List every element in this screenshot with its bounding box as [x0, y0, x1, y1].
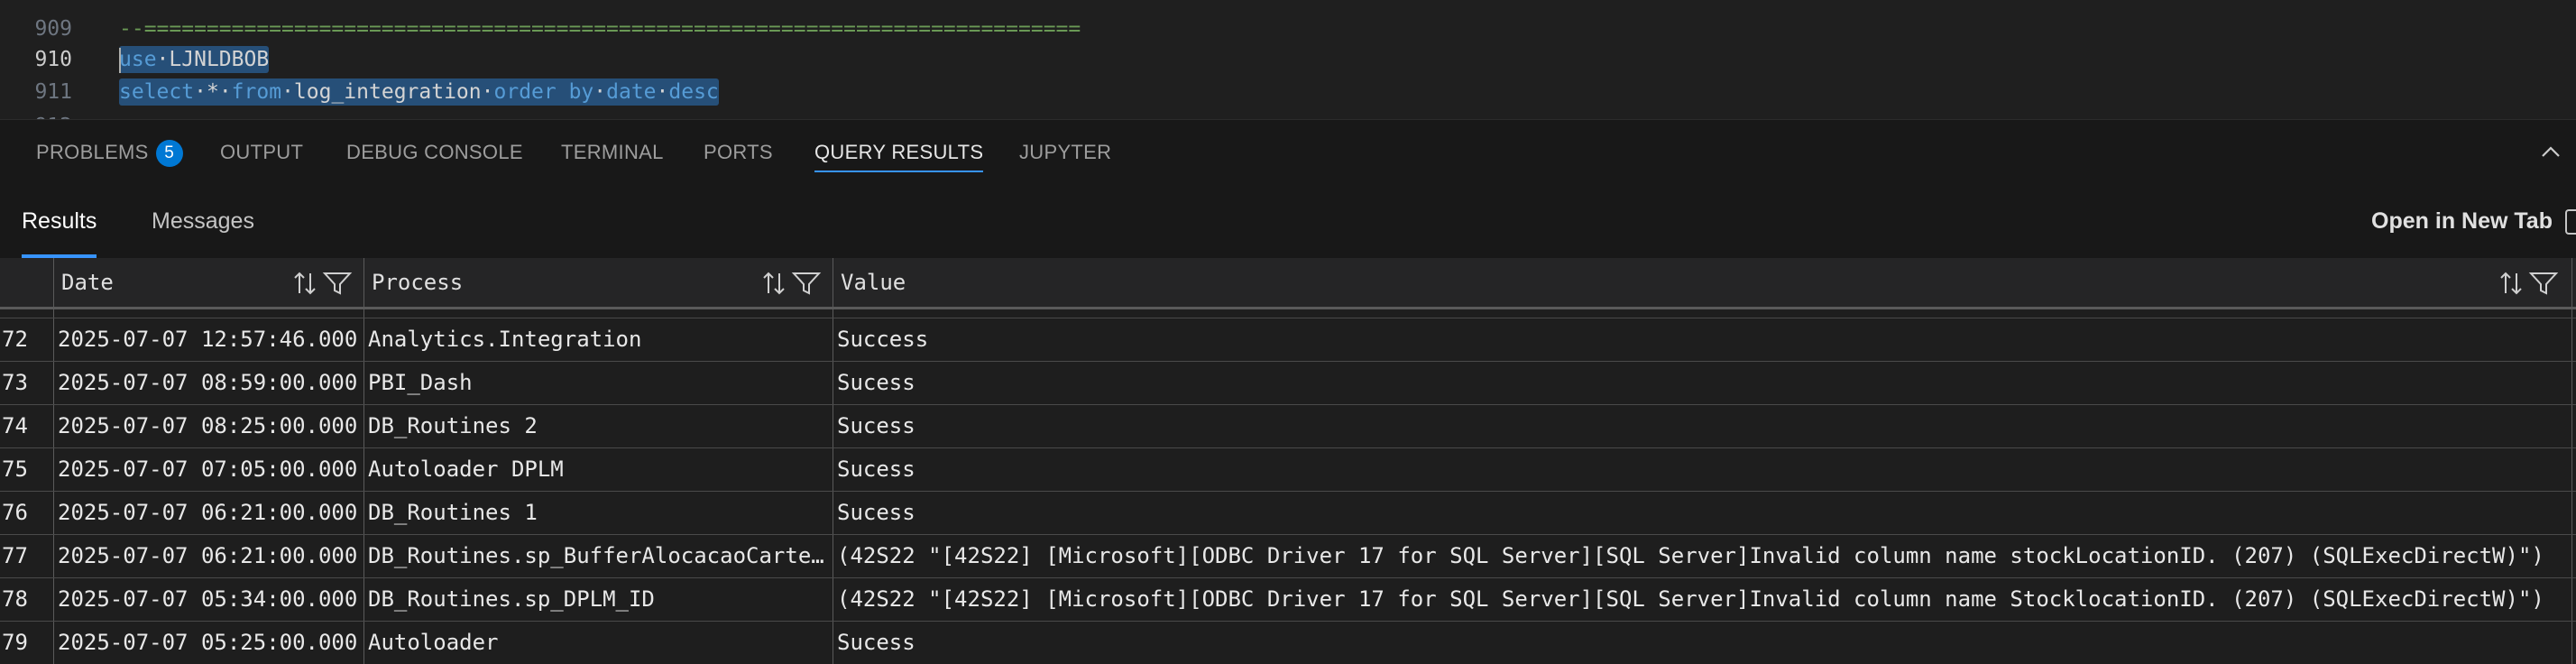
row-number: 76: [0, 492, 54, 534]
cell-value[interactable]: Sucess: [833, 622, 2572, 664]
sort-icon[interactable]: [2500, 272, 2522, 295]
keyword-order-by: order by: [493, 80, 594, 104]
cell-value[interactable]: Sucess: [833, 362, 2572, 404]
results-grid[interactable]: Date Process Value 72 2025-07-07 12:57:4…: [0, 258, 2576, 664]
column-header-value-label: Value: [841, 270, 906, 295]
keyword-select: select: [119, 80, 195, 104]
cell-value[interactable]: (42S22 "[42S22] [Microsoft][ODBC Driver …: [833, 535, 2572, 577]
row-number: 72: [0, 318, 54, 361]
cell-date[interactable]: 2025-07-07 05:25:00.000: [54, 622, 364, 664]
table-row[interactable]: 75 2025-07-07 07:05:00.000 Autoloader DP…: [0, 448, 2576, 492]
keyword-from: from: [231, 80, 282, 104]
code-line-partial: 912: [0, 110, 2576, 119]
keyword-use: use: [119, 48, 157, 71]
open-in-new-tab-button[interactable]: Open in New Tab: [2371, 184, 2553, 258]
cell-date[interactable]: 2025-07-07 06:21:00.000: [54, 535, 364, 577]
code-comment: --======================================…: [119, 17, 1081, 41]
cell-date[interactable]: 2025-07-07 07:05:00.000: [54, 448, 364, 491]
cell-value[interactable]: (42S22 "[42S22] [Microsoft][ODBC Driver …: [833, 578, 2572, 621]
table-row[interactable]: 76 2025-07-07 06:21:00.000 DB_Routines 1…: [0, 492, 2576, 535]
tab-query-results[interactable]: QUERY RESULTS: [814, 120, 984, 185]
cell-value[interactable]: Sucess: [833, 405, 2572, 447]
cell-process[interactable]: DB_Routines.sp_BufferAlocacaoCarte…: [364, 535, 833, 577]
cell-process[interactable]: PBI_Dash: [364, 362, 833, 404]
cell-date[interactable]: 2025-07-07 06:21:00.000: [54, 492, 364, 534]
sort-filter-icons: [294, 272, 353, 295]
table-name: log_integration: [293, 80, 482, 104]
row-number: 79: [0, 622, 54, 664]
cell-process[interactable]: DB_Routines.sp_DPLM_ID: [364, 578, 833, 621]
sort-icon[interactable]: [763, 272, 785, 295]
sort-filter-icons: [763, 272, 822, 295]
tab-output[interactable]: OUTPUT: [220, 120, 303, 185]
cell-date[interactable]: 2025-07-07 08:59:00.000: [54, 362, 364, 404]
grid-header: Date Process Value: [0, 258, 2576, 309]
table-row[interactable]: 79 2025-07-07 05:25:00.000 Autoloader Su…: [0, 622, 2576, 664]
cell-value[interactable]: Sucess: [833, 448, 2572, 491]
sort-filter-icons: [2500, 272, 2559, 295]
filter-icon[interactable]: [2528, 272, 2559, 295]
cell-process[interactable]: Analytics.Integration: [364, 318, 833, 361]
column-header-process[interactable]: Process: [364, 258, 833, 307]
star: *: [206, 80, 219, 104]
cell-process[interactable]: Autoloader: [364, 622, 833, 664]
cell-process[interactable]: DB_Routines 1: [364, 492, 833, 534]
row-number: 78: [0, 578, 54, 621]
table-row[interactable]: 77 2025-07-07 06:21:00.000 DB_Routines.s…: [0, 535, 2576, 578]
chevron-up-icon[interactable]: [2538, 140, 2563, 165]
table-row-partial: [0, 309, 2576, 318]
row-number: 73: [0, 362, 54, 404]
cell-value[interactable]: Success: [833, 318, 2572, 361]
code-editor[interactable]: 908 909 --==============================…: [0, 0, 2576, 119]
results-tab-bar: Results Messages Open in New Tab: [0, 184, 2576, 258]
column-header-date[interactable]: Date: [54, 258, 364, 307]
row-number: 77: [0, 535, 54, 577]
code-line-911[interactable]: 911 select·*·from·log_integration·order …: [0, 76, 2576, 108]
tab-debug-console[interactable]: DEBUG CONSOLE: [346, 120, 523, 185]
column-header-date-label: Date: [61, 270, 114, 295]
open-tab-icon[interactable]: [2565, 209, 2576, 235]
code-line-partial: 908: [0, 0, 2576, 9]
tab-problems[interactable]: PROBLEMS 5: [36, 120, 183, 185]
problems-count-badge: 5: [155, 140, 183, 168]
code-line-910[interactable]: 910 use·LJNLDBOB: [0, 43, 2576, 76]
database-name: LJNLDBOB: [169, 48, 270, 71]
column-header-value[interactable]: Value: [833, 258, 2572, 307]
cell-date[interactable]: 2025-07-07 12:57:46.000: [54, 318, 364, 361]
line-number: 909: [34, 17, 72, 41]
cell-process[interactable]: Autoloader DPLM: [364, 448, 833, 491]
cell-process[interactable]: DB_Routines 2: [364, 405, 833, 447]
filter-icon[interactable]: [322, 272, 353, 295]
cell-date[interactable]: 2025-07-07 08:25:00.000: [54, 405, 364, 447]
tab-terminal[interactable]: TERMINAL: [561, 120, 664, 185]
keyword-desc: desc: [668, 80, 719, 104]
panel-tab-bar: PROBLEMS 5 OUTPUT DEBUG CONSOLE TERMINAL …: [0, 119, 2576, 185]
table-row[interactable]: 72 2025-07-07 12:57:46.000 Analytics.Int…: [0, 318, 2576, 362]
line-number: 910: [34, 48, 72, 71]
cell-date[interactable]: 2025-07-07 05:34:00.000: [54, 578, 364, 621]
row-number: 75: [0, 448, 54, 491]
line-number: 911: [34, 80, 72, 104]
sort-icon[interactable]: [294, 272, 316, 295]
tab-messages[interactable]: Messages: [152, 184, 254, 258]
table-row[interactable]: 78 2025-07-07 05:34:00.000 DB_Routines.s…: [0, 578, 2576, 622]
row-number: 74: [0, 405, 54, 447]
tab-problems-label: PROBLEMS: [36, 141, 149, 163]
filter-icon[interactable]: [791, 272, 822, 295]
tab-jupyter[interactable]: JUPYTER: [1019, 120, 1111, 185]
column-date: date: [606, 80, 657, 104]
column-header-process-label: Process: [372, 270, 464, 295]
row-number-header: [0, 258, 54, 307]
tab-ports[interactable]: PORTS: [704, 120, 773, 185]
table-row[interactable]: 73 2025-07-07 08:59:00.000 PBI_Dash Suce…: [0, 362, 2576, 405]
table-row[interactable]: 74 2025-07-07 08:25:00.000 DB_Routines 2…: [0, 405, 2576, 448]
cell-value[interactable]: Sucess: [833, 492, 2572, 534]
tab-results[interactable]: Results: [22, 184, 97, 258]
code-line-909[interactable]: 909 --==================================…: [0, 13, 2576, 45]
